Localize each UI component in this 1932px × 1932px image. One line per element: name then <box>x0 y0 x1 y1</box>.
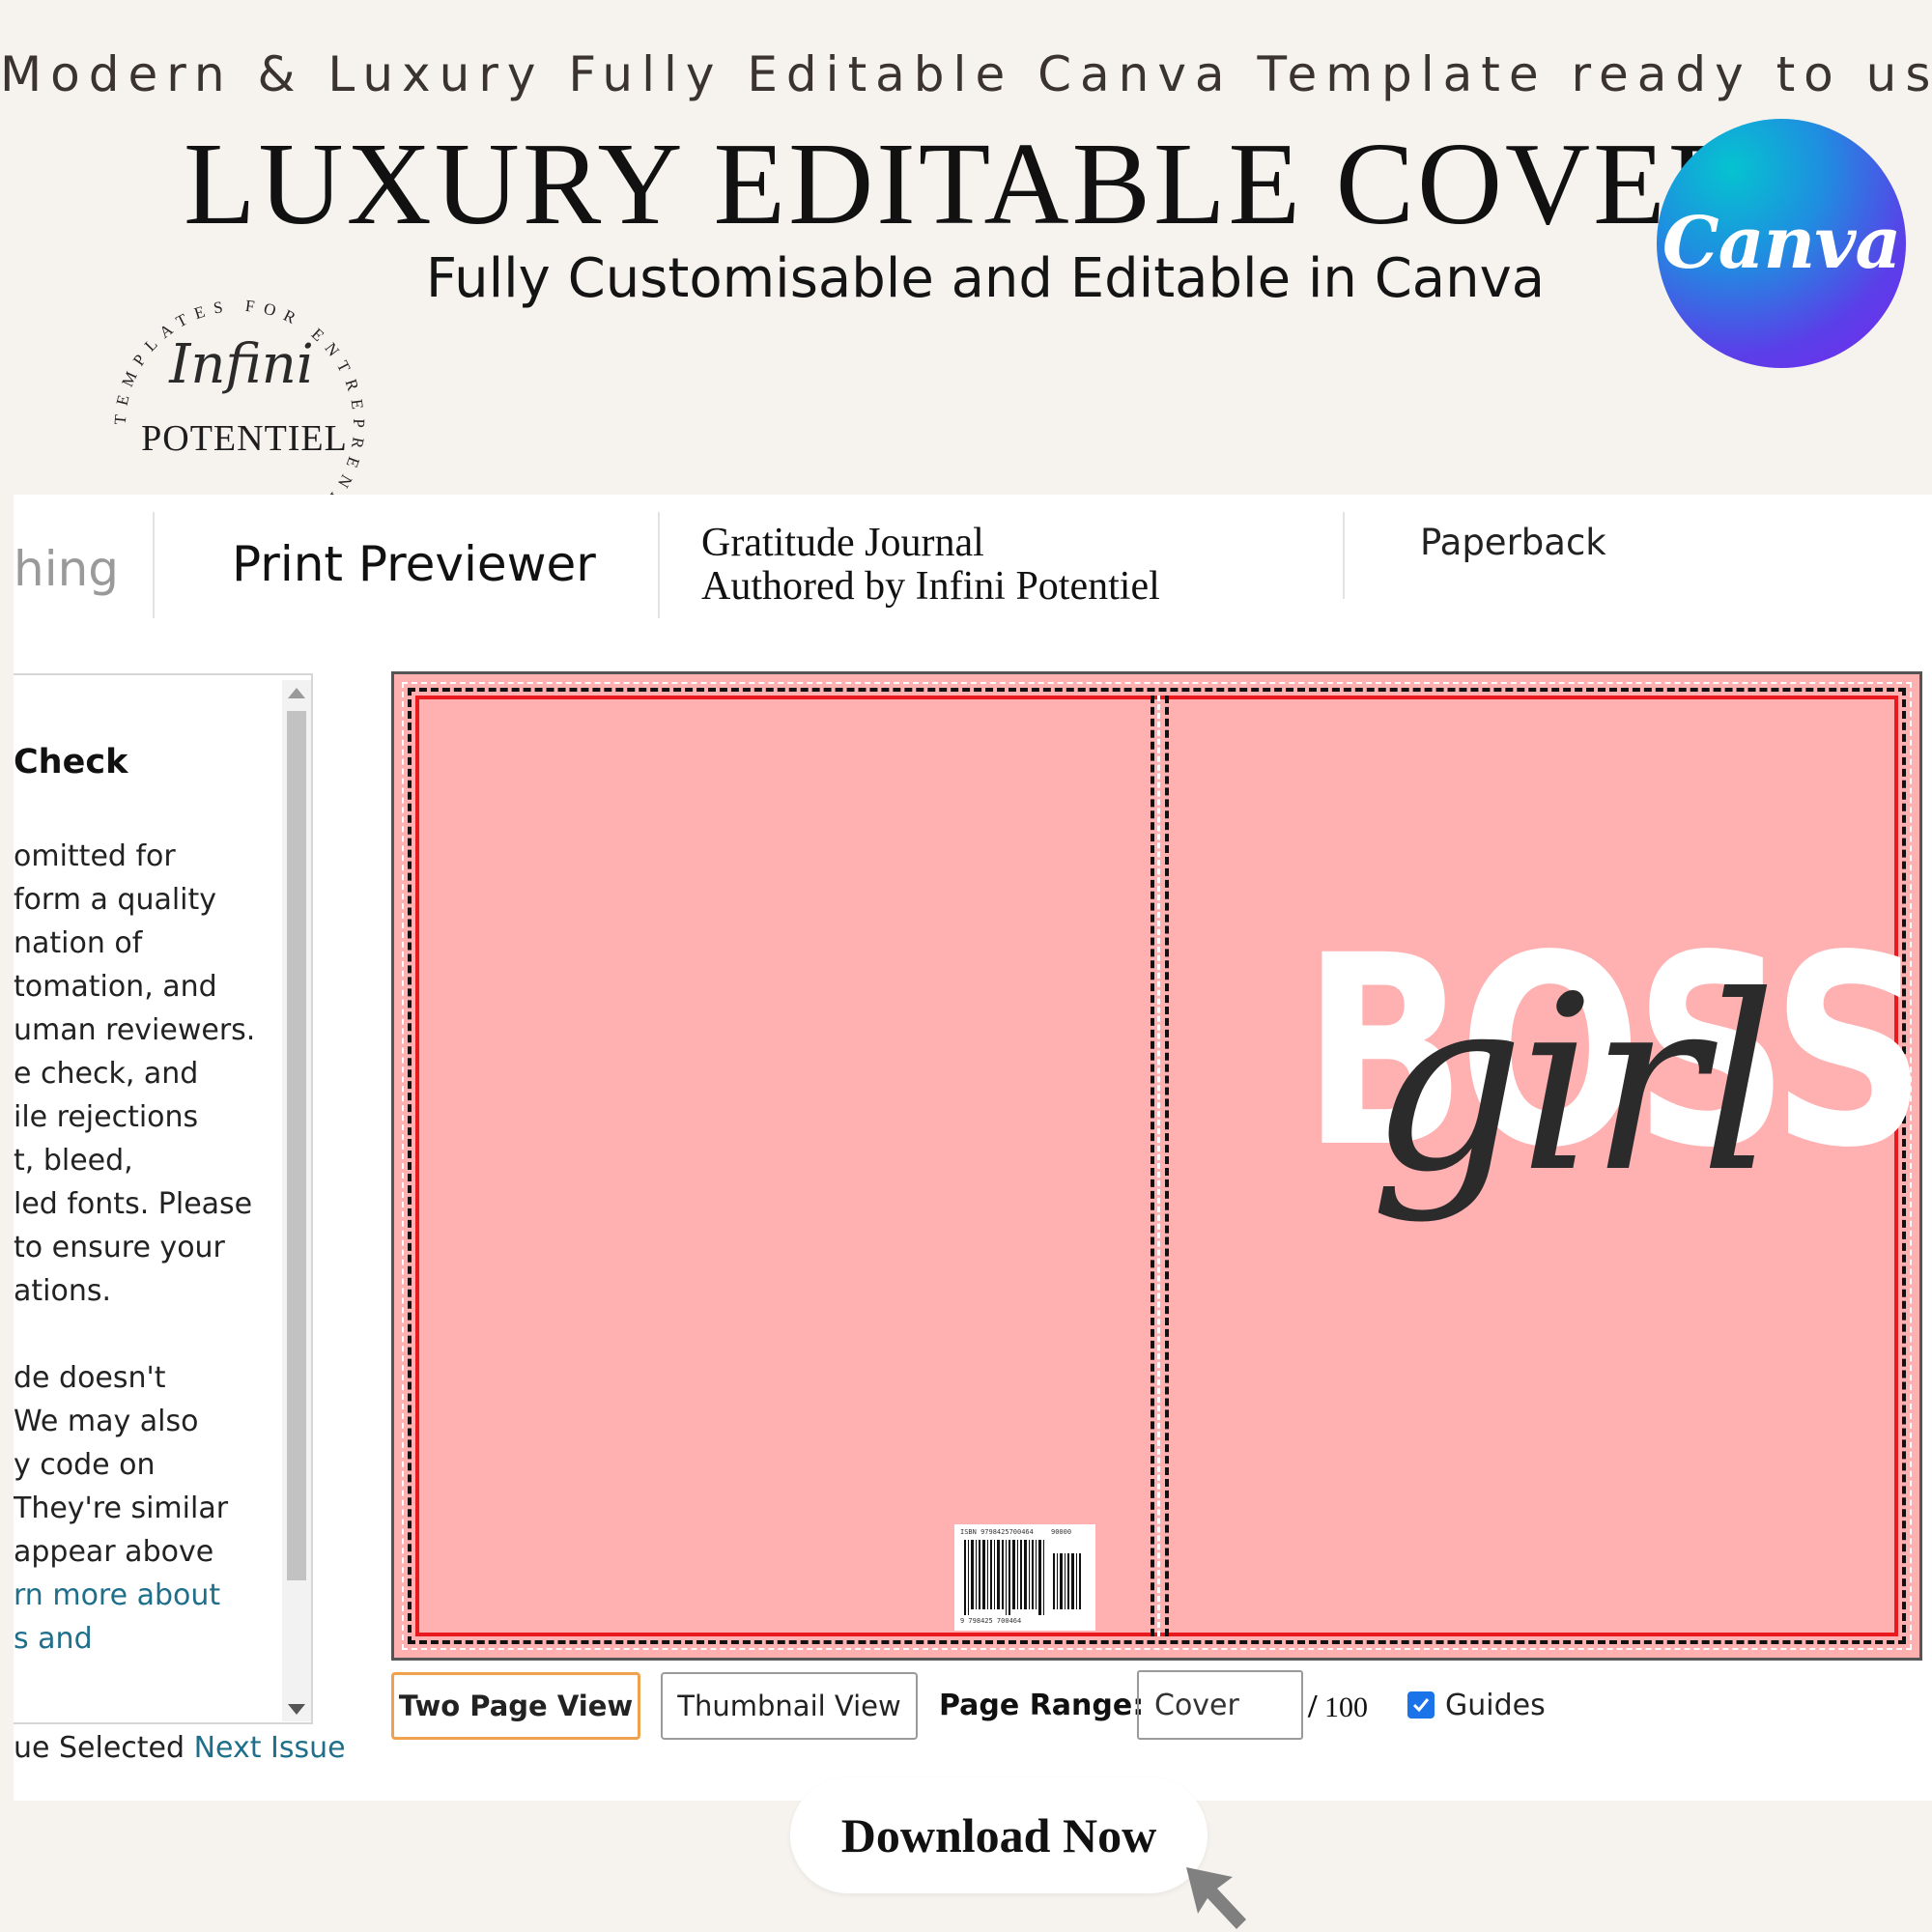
spine-guide <box>1165 696 1169 1636</box>
quality-check-sidebar[interactable]: Check omitted for form a quality nation … <box>14 673 313 1724</box>
sidebar-text: y code on <box>14 1448 156 1482</box>
sidebar-text: t, bleed, <box>14 1144 133 1178</box>
sidebar-text: led fonts. Please <box>14 1187 253 1221</box>
cover-script-word: girl <box>1370 944 1776 1225</box>
main-title: LUXURY EDITABLE COVER <box>184 119 1750 249</box>
seal-name: POTENTIEL <box>141 418 348 459</box>
sidebar-heading: Check <box>14 743 128 781</box>
tab-publishing[interactable]: hing <box>14 541 119 597</box>
tab-divider <box>658 512 660 618</box>
tagline: Modern & Luxury Fully Editable Canva Tem… <box>0 46 1932 102</box>
canva-logo-text: Canva <box>1662 202 1902 285</box>
scroll-down-icon[interactable] <box>288 1704 305 1715</box>
page-range-input[interactable]: Cover <box>1137 1670 1303 1740</box>
tab-print-previewer[interactable]: Print Previewer <box>232 536 596 592</box>
sidebar-scrollbar[interactable] <box>282 680 311 1721</box>
sidebar-text: ile rejections <box>14 1100 199 1134</box>
page-total-value: 100 <box>1323 1691 1368 1723</box>
book-format: Paperback <box>1420 522 1606 563</box>
book-author: Authored by Infini Potentiel <box>701 564 1160 609</box>
barcode-number: 9 798425 700464 <box>960 1617 1022 1625</box>
sidebar-text: e check, and <box>14 1057 199 1091</box>
spine-guide <box>1157 696 1160 1636</box>
seal-script: Infini <box>169 333 314 396</box>
learn-more-link[interactable]: rn more about <box>14 1574 220 1617</box>
sidebar-text: uman reviewers. <box>14 1013 256 1047</box>
guides-checkbox[interactable] <box>1407 1691 1435 1719</box>
issue-selected-label: ue Selected <box>14 1731 185 1765</box>
barcode-icon <box>964 1540 1081 1615</box>
sidebar-text: We may also <box>14 1405 199 1438</box>
learn-more-link[interactable]: s and <box>14 1617 93 1661</box>
sidebar-text: omitted for <box>14 839 176 873</box>
sidebar-text: They're similar <box>14 1492 229 1525</box>
isbn-text: ISBN 9798425700464 <box>960 1528 1034 1536</box>
sidebar-text: form a quality <box>14 883 217 917</box>
spine-guide <box>1151 696 1154 1636</box>
sidebar-text: appear above <box>14 1535 214 1569</box>
cursor-arrow-icon <box>1186 1867 1246 1929</box>
page-total: / 100 <box>1308 1689 1368 1724</box>
header-divider <box>1343 512 1345 599</box>
checkmark-icon <box>1412 1698 1430 1713</box>
sidebar-text: de doesn't <box>14 1361 166 1395</box>
download-now-button[interactable]: Download Now <box>790 1777 1208 1893</box>
subtitle: Fully Customisable and Editable in Canva <box>425 247 1546 310</box>
book-info: Gratitude Journal Authored by Infini Pot… <box>701 522 1160 609</box>
sidebar-text: tomation, and <box>14 970 217 1004</box>
thumbnail-view-button[interactable]: Thumbnail View <box>661 1672 918 1740</box>
page-range-label: Page Range: <box>939 1689 1145 1722</box>
sidebar-text: to ensure your <box>14 1231 225 1264</box>
book-title: Gratitude Journal <box>701 521 984 565</box>
scroll-thumb[interactable] <box>287 711 306 1580</box>
issue-navigation: ue Selected Next Issue <box>14 1731 346 1765</box>
tab-divider <box>153 512 155 618</box>
sidebar-text: ations. <box>14 1274 112 1308</box>
canva-logo: Canva <box>1657 119 1906 368</box>
next-issue-link[interactable]: Next Issue <box>194 1731 346 1765</box>
barcode-price: 90000 <box>1051 1528 1072 1536</box>
guides-label: Guides <box>1445 1689 1546 1722</box>
sidebar-text: nation of <box>14 926 143 960</box>
scroll-up-icon[interactable] <box>288 688 305 698</box>
two-page-view-button[interactable]: Two Page View <box>391 1672 640 1740</box>
cover-preview: BOSS girl ISBN 9798425700464 90000 9 798… <box>391 671 1926 1661</box>
isbn-barcode: ISBN 9798425700464 90000 9 798425 700464 <box>954 1524 1095 1631</box>
